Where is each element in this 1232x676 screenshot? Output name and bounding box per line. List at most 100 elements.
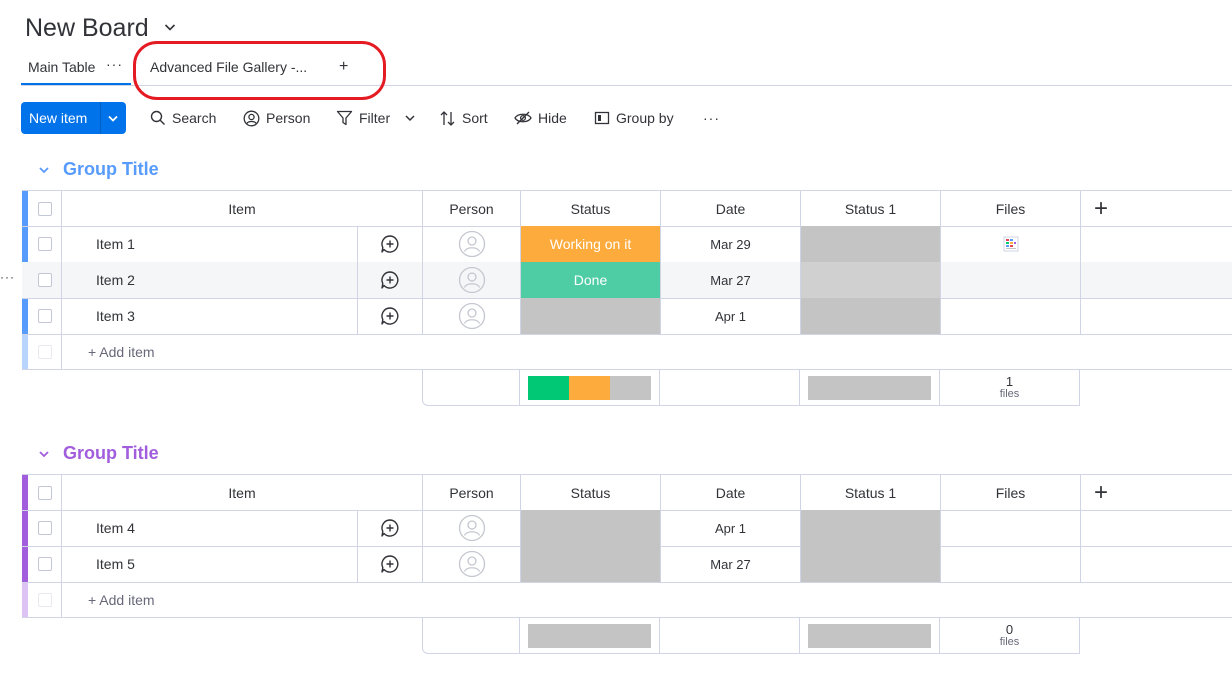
person-cell[interactable]: [423, 226, 521, 262]
column-header-person[interactable]: Person: [423, 191, 521, 226]
column-header-files[interactable]: Files: [941, 191, 1081, 226]
item-name[interactable]: Item 3: [62, 298, 358, 334]
item-name[interactable]: Item 5: [62, 546, 358, 582]
person-cell[interactable]: [423, 510, 521, 546]
filter-button[interactable]: Filter: [336, 109, 418, 127]
status-distribution-bar[interactable]: [528, 375, 651, 400]
row-checkbox[interactable]: [37, 273, 52, 287]
item-name[interactable]: Item 4: [62, 510, 358, 546]
status-cell[interactable]: Done: [521, 262, 661, 298]
table-row[interactable]: Item 5 Mar 27: [22, 546, 1232, 583]
summary-status-cell[interactable]: [520, 370, 660, 406]
status-cell[interactable]: [521, 298, 661, 334]
row-checkbox[interactable]: [37, 521, 52, 535]
row-menu-button[interactable]: ···: [0, 270, 15, 284]
status-1-cell[interactable]: [801, 546, 941, 582]
status-cell[interactable]: Working on it: [521, 226, 661, 262]
select-all-checkbox[interactable]: [37, 485, 52, 500]
person-filter-button[interactable]: Person: [243, 109, 310, 127]
status-1-cell[interactable]: [801, 262, 941, 298]
column-header-status[interactable]: Status: [521, 475, 661, 510]
board-title[interactable]: New Board: [25, 12, 149, 44]
status-1-cell[interactable]: [801, 226, 941, 262]
add-column-button[interactable]: +: [1081, 475, 1121, 510]
add-update-icon[interactable]: [380, 518, 400, 538]
status-1-cell[interactable]: [801, 298, 941, 334]
chevron-down-icon[interactable]: [37, 163, 51, 177]
add-update-cell[interactable]: [358, 226, 423, 262]
column-header-status-1[interactable]: Status 1: [801, 475, 941, 510]
status-1-cell[interactable]: [801, 510, 941, 546]
status-distribution-bar[interactable]: [528, 623, 651, 648]
add-update-cell[interactable]: [358, 510, 423, 546]
chevron-down-icon[interactable]: [402, 110, 418, 126]
add-item-input[interactable]: + Add item: [62, 334, 462, 369]
item-name[interactable]: Item 2: [62, 262, 358, 298]
column-header-item[interactable]: Item: [62, 191, 423, 226]
hide-label: Hide: [538, 110, 567, 126]
table-row[interactable]: Item 4 Apr 1: [22, 510, 1232, 547]
select-all-checkbox[interactable]: [37, 201, 52, 216]
row-checkbox[interactable]: [37, 309, 52, 323]
hide-button[interactable]: Hide: [514, 109, 567, 127]
column-header-date[interactable]: Date: [661, 191, 801, 226]
date-cell[interactable]: Apr 1: [661, 298, 801, 334]
table-row[interactable]: Item 3 Apr 1: [22, 298, 1232, 335]
column-header-item[interactable]: Item: [62, 475, 423, 510]
add-update-cell[interactable]: [358, 262, 423, 298]
summary-status-1-cell[interactable]: [800, 618, 940, 654]
row-checkbox[interactable]: [37, 237, 52, 251]
add-update-icon[interactable]: [380, 306, 400, 326]
date-cell[interactable]: Mar 29: [661, 226, 801, 262]
add-update-icon[interactable]: [380, 554, 400, 574]
column-header-files[interactable]: Files: [941, 475, 1081, 510]
summary-status-cell[interactable]: [520, 618, 660, 654]
date-cell[interactable]: Mar 27: [661, 546, 801, 582]
status-1-distribution-bar[interactable]: [808, 375, 931, 400]
group-by-button[interactable]: Group by: [594, 109, 674, 127]
item-name[interactable]: Item 1: [62, 226, 358, 262]
column-header-status[interactable]: Status: [521, 191, 661, 226]
date-cell[interactable]: Mar 27: [661, 262, 801, 298]
files-cell[interactable]: [941, 546, 1081, 582]
column-header-person[interactable]: Person: [423, 475, 521, 510]
summary-status-1-cell[interactable]: [800, 370, 940, 406]
chevron-down-icon[interactable]: [162, 19, 178, 35]
more-options-button[interactable]: ···: [703, 109, 720, 127]
add-item-row[interactable]: + Add item: [22, 334, 1232, 370]
column-header-date[interactable]: Date: [661, 475, 801, 510]
search-button[interactable]: Search: [150, 109, 216, 127]
tab-main-table[interactable]: Main Table: [28, 58, 95, 76]
status-cell[interactable]: [521, 546, 661, 582]
add-column-button[interactable]: +: [1081, 191, 1121, 226]
files-cell[interactable]: [941, 298, 1081, 334]
status-1-distribution-bar[interactable]: [808, 623, 931, 648]
tab-menu-button[interactable]: ···: [106, 56, 123, 72]
files-cell[interactable]: [941, 226, 1081, 262]
chevron-down-icon[interactable]: [106, 111, 120, 125]
table-row[interactable]: Item 2 Done Mar 27: [22, 262, 1232, 299]
group-title[interactable]: Group Title: [63, 442, 159, 464]
person-cell[interactable]: [423, 546, 521, 582]
table-row[interactable]: Item 1 Working on it Mar 29: [22, 226, 1232, 263]
add-update-cell[interactable]: [358, 298, 423, 334]
row-checkbox[interactable]: [37, 557, 52, 571]
date-cell[interactable]: Apr 1: [661, 510, 801, 546]
add-item-input[interactable]: + Add item: [62, 582, 462, 617]
sort-button[interactable]: Sort: [439, 109, 488, 127]
file-thumbnail-icon[interactable]: [1003, 236, 1019, 252]
add-update-icon[interactable]: [380, 270, 400, 290]
group-title[interactable]: Group Title: [63, 158, 159, 180]
status-cell[interactable]: [521, 510, 661, 546]
column-header-status-1[interactable]: Status 1: [801, 191, 941, 226]
new-item-button[interactable]: New item: [21, 102, 126, 134]
person-cell[interactable]: [423, 262, 521, 298]
files-cell[interactable]: [941, 510, 1081, 546]
add-update-cell[interactable]: [358, 546, 423, 582]
files-cell[interactable]: [941, 262, 1081, 298]
person-cell[interactable]: [423, 298, 521, 334]
add-update-icon[interactable]: [380, 234, 400, 254]
add-item-row[interactable]: + Add item: [22, 582, 1232, 618]
row-checkbox-cell: [28, 262, 62, 298]
chevron-down-icon[interactable]: [37, 447, 51, 461]
